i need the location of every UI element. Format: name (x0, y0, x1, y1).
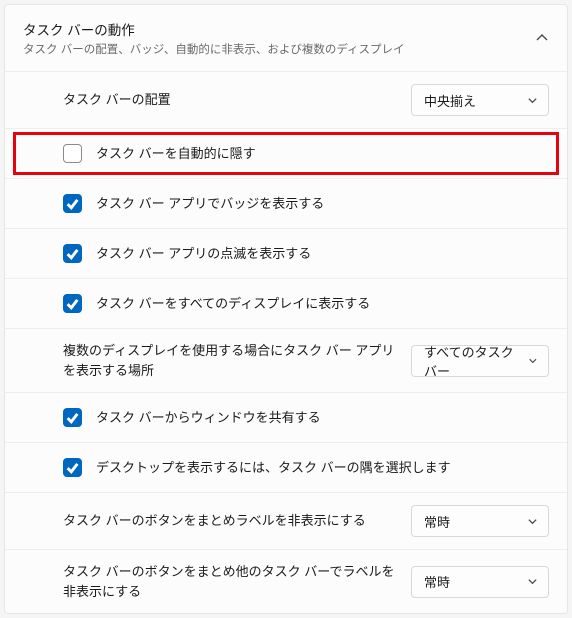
label-share-window: タスク バーからウィンドウを共有する (96, 408, 549, 428)
chevron-down-icon (527, 576, 538, 587)
chevron-down-icon (527, 516, 538, 527)
select-alignment-value: 中央揃え (424, 91, 476, 110)
section-title: タスク バーの動作 (23, 19, 535, 39)
checkbox-all-displays[interactable] (63, 294, 82, 313)
select-combine-main[interactable]: 常時 (411, 505, 549, 537)
chevron-up-icon (535, 31, 549, 45)
row-multi-display-apps: 複数のディスプレイを使用する場合にタスク バー アプリを表示する場所 すべてのタ… (5, 328, 567, 392)
checkbox-auto-hide[interactable] (63, 144, 82, 163)
row-show-flashing: タスク バー アプリの点滅を表示する (5, 228, 567, 278)
select-multi-display-value: すべてのタスク バー (424, 342, 528, 380)
label-combine-main: タスク バーのボタンをまとめラベルを非表示にする (63, 511, 411, 531)
row-taskbar-alignment: タスク バーの配置 中央揃え (5, 71, 567, 128)
label-multi-display: 複数のディスプレイを使用する場合にタスク バー アプリを表示する場所 (63, 341, 411, 380)
chevron-down-icon (528, 355, 538, 366)
checkbox-show-desktop[interactable] (63, 458, 82, 477)
row-all-displays: タスク バーをすべてのディスプレイに表示する (5, 278, 567, 328)
row-combine-buttons-main: タスク バーのボタンをまとめラベルを非表示にする 常時 (5, 492, 567, 549)
section-subtitle: タスク バーの配置、バッジ、自動的に非表示、および複数のディスプレイ (23, 41, 535, 57)
row-share-window: タスク バーからウィンドウを共有する (5, 392, 567, 442)
row-combine-buttons-other: タスク バーのボタンをまとめ他のタスク バーでラベルを非表示にする 常時 (5, 549, 567, 613)
select-combine-main-value: 常時 (424, 512, 450, 531)
label-alignment: タスク バーの配置 (63, 90, 411, 110)
label-all-displays: タスク バーをすべてのディスプレイに表示する (96, 294, 549, 314)
row-show-badges: タスク バー アプリでバッジを表示する (5, 178, 567, 228)
label-show-badges: タスク バー アプリでバッジを表示する (96, 194, 549, 214)
chevron-down-icon (527, 95, 538, 106)
checkbox-share-window[interactable] (63, 408, 82, 427)
section-header[interactable]: タスク バーの動作 タスク バーの配置、バッジ、自動的に非表示、および複数のディ… (5, 5, 567, 71)
row-auto-hide: タスク バーを自動的に隠す (5, 128, 567, 178)
checkbox-show-badges[interactable] (63, 194, 82, 213)
select-combine-other[interactable]: 常時 (411, 566, 549, 598)
select-alignment[interactable]: 中央揃え (411, 84, 549, 116)
taskbar-behaviors-panel: タスク バーの動作 タスク バーの配置、バッジ、自動的に非表示、および複数のディ… (4, 4, 568, 614)
checkbox-show-flashing[interactable] (63, 244, 82, 263)
header-titles: タスク バーの動作 タスク バーの配置、バッジ、自動的に非表示、および複数のディ… (23, 19, 535, 57)
row-show-desktop: デスクトップを表示するには、タスク バーの隅を選択します (5, 442, 567, 492)
label-auto-hide: タスク バーを自動的に隠す (96, 144, 549, 164)
select-multi-display[interactable]: すべてのタスク バー (411, 345, 549, 377)
label-show-flashing: タスク バー アプリの点滅を表示する (96, 244, 549, 264)
select-combine-other-value: 常時 (424, 572, 450, 591)
label-combine-other: タスク バーのボタンをまとめ他のタスク バーでラベルを非表示にする (63, 562, 411, 601)
settings-rows: タスク バーの配置 中央揃え タスク バーを自動的に隠す タスク バー アプリで… (5, 71, 567, 613)
label-show-desktop: デスクトップを表示するには、タスク バーの隅を選択します (96, 458, 549, 478)
